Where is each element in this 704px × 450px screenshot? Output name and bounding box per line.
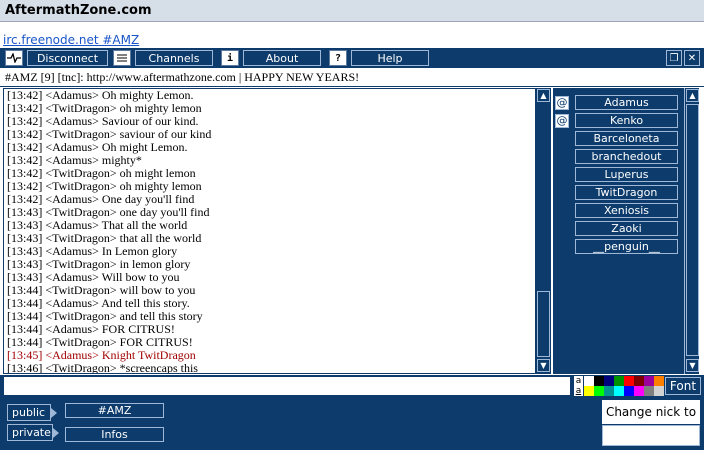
input-row: a a Font [0,375,704,397]
site-title: AftermathZone.com [5,3,152,18]
color-swatch[interactable] [614,376,624,386]
user-nick[interactable]: __penguin__ [575,239,678,254]
color-swatch[interactable] [584,376,594,386]
user-list-item[interactable]: Zaoki [555,221,678,236]
message-input[interactable] [3,376,571,396]
user-list-item[interactable]: __penguin__ [555,239,678,254]
operator-icon: @ [555,113,569,128]
chat-message: [13:46] <TwitDragon> *screencaps this [7,361,198,374]
channels-label: Channels [135,50,213,66]
about-label: About [243,50,321,66]
color-swatch[interactable] [604,386,614,396]
userlist-scrollbar[interactable]: ▲ ▼ [684,88,699,374]
operator-icon: @ [555,95,569,110]
help-button[interactable]: ? Help [329,50,429,66]
channels-button[interactable]: Channels [113,50,213,66]
toolbar: Disconnect Channels i About ? Help ❐ ✕ [0,48,704,68]
user-list-item[interactable]: Xeniosis [555,203,678,218]
public-tab[interactable]: public [7,404,57,421]
user-nick[interactable]: TwitDragon [575,185,678,200]
user-nick[interactable]: branchedout [575,149,678,164]
color-swatch[interactable] [634,376,644,386]
user-list-item[interactable]: @ Kenko [555,113,678,128]
help-label: Help [351,50,429,66]
server-channel-link[interactable]: irc.freenode.net #AMZ [3,33,139,47]
color-swatch[interactable] [584,386,594,396]
color-swatch[interactable] [654,376,664,386]
change-nick-label: Change nick to [602,400,700,424]
userlist-scroll-thumb[interactable] [686,104,699,356]
userlist-scroll-down-icon[interactable]: ▼ [686,359,699,372]
user-nick[interactable]: Barceloneta [575,131,678,146]
user-list-item[interactable]: Luperus [555,167,678,182]
help-icon: ? [329,50,347,66]
user-list: @ Adamus @ Kenko Barceloneta branchedout Luper… [553,88,684,374]
user-list-item[interactable]: TwitDragon [555,185,678,200]
infos-window-tab[interactable]: Infos [65,427,164,442]
color-swatch[interactable] [644,376,654,386]
channel-window-tab[interactable]: #AMZ [65,403,164,418]
no-mode-spacer [555,168,569,182]
disconnect-button[interactable]: Disconnect [5,50,108,66]
list-icon [113,50,131,66]
no-mode-spacer [555,204,569,218]
chat-scroll-thumb[interactable] [537,291,550,357]
bold-format-icon[interactable]: a [574,376,583,386]
color-swatch[interactable] [634,386,644,396]
bottom-panel: public private #AMZ Infos Change nick to [0,397,704,450]
user-nick[interactable]: Kenko [575,113,678,128]
color-swatch[interactable] [644,386,654,396]
color-swatch[interactable] [624,376,634,386]
restore-window-icon[interactable]: ❐ [666,50,682,66]
no-mode-spacer [555,222,569,236]
close-window-icon[interactable]: ✕ [684,50,700,66]
site-header: AftermathZone.com [0,0,704,22]
no-mode-spacer [555,240,569,254]
chat-scrollbar[interactable]: ▲ ▼ [536,88,551,374]
disconnect-icon [5,50,23,66]
about-button[interactable]: i About [221,50,321,66]
no-mode-spacer [555,186,569,200]
user-list-item[interactable]: branchedout [555,149,678,164]
channel-topic: #AMZ [9] [tnc]: http://www.aftermathzone… [0,68,704,87]
userlist-scroll-up-icon[interactable]: ▲ [686,89,699,102]
color-swatch[interactable] [654,386,664,396]
user-nick[interactable]: Luperus [575,167,678,182]
private-tab[interactable]: private [7,424,59,441]
no-mode-spacer [555,132,569,146]
user-list-item[interactable]: Barceloneta [555,131,678,146]
color-swatch[interactable] [604,376,614,386]
font-button[interactable]: Font [665,377,701,395]
scroll-up-icon[interactable]: ▲ [537,89,550,102]
color-swatch[interactable] [624,386,634,396]
no-mode-spacer [555,150,569,164]
info-icon: i [221,50,239,66]
user-nick[interactable]: Zaoki [575,221,678,236]
scroll-down-icon[interactable]: ▼ [537,359,550,372]
user-list-item[interactable]: @ Adamus [555,95,678,110]
chat-log: [13:42] <Adamus> Oh mighty Lemon. [13:42]… [3,88,536,374]
user-nick[interactable]: Adamus [575,95,678,110]
nick-input[interactable] [602,425,700,446]
disconnect-label: Disconnect [27,50,108,66]
user-nick[interactable]: Xeniosis [575,203,678,218]
color-swatch[interactable] [614,386,624,396]
underline-format-icon[interactable]: a [574,386,583,396]
color-swatch[interactable] [594,376,604,386]
color-swatch[interactable] [594,386,604,396]
